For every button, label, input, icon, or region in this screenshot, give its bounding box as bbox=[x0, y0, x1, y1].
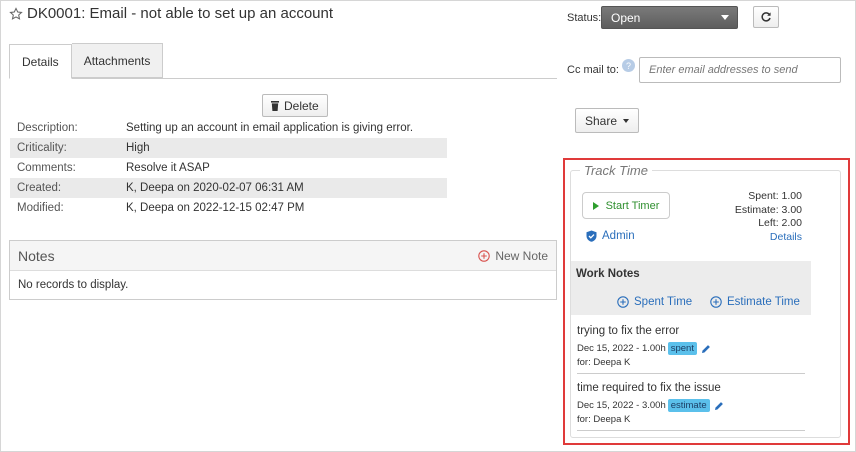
detail-value: K, Deepa on 2022-12-15 02:47 PM bbox=[126, 202, 305, 214]
detail-label: Created: bbox=[17, 182, 62, 194]
details-table: Description: Setting up an account in em… bbox=[10, 118, 447, 218]
plus-circle-icon bbox=[710, 296, 722, 308]
detail-row-description: Description: Setting up an account in em… bbox=[10, 118, 447, 138]
detail-row-comments: Comments: Resolve it ASAP bbox=[10, 158, 447, 178]
work-note-meta: Dec 15, 2022 - 1.00h spent bbox=[577, 342, 804, 355]
estimate-time-label: Estimate Time bbox=[727, 296, 800, 308]
page-title: DK0001: Email - not able to set up an ac… bbox=[27, 5, 334, 22]
notes-header: Notes New Note bbox=[10, 241, 556, 271]
work-notes-title: Work Notes bbox=[576, 268, 640, 280]
user-admin: Admin bbox=[586, 230, 635, 242]
cc-label-group: Cc mail to: ? bbox=[567, 59, 635, 76]
spent-time-label: Spent Time bbox=[634, 296, 693, 308]
work-note-for: for: Deepa K bbox=[577, 414, 631, 425]
notes-panel: Notes New Note No records to display. bbox=[9, 240, 557, 300]
tab-bar: Details Attachments bbox=[9, 43, 557, 79]
detail-value: Resolve it ASAP bbox=[126, 162, 210, 174]
time-summary: Spent: 1.00 Estimate: 3.00 Left: 2.00 De… bbox=[735, 190, 802, 244]
divider bbox=[577, 430, 805, 431]
tab-details[interactable]: Details bbox=[9, 44, 72, 79]
delete-button-label: Delete bbox=[284, 98, 319, 113]
divider bbox=[577, 373, 805, 374]
work-notes-section: Work Notes Spent Time Estimate Time bbox=[571, 261, 811, 315]
status-value: Open bbox=[611, 10, 641, 25]
plus-circle-icon bbox=[617, 296, 629, 308]
detail-row-created: Created: K, Deepa on 2020-02-07 06:31 AM bbox=[10, 178, 447, 198]
share-label: Share bbox=[585, 113, 618, 128]
work-note-entry: time required to fix the issue Dec 15, 2… bbox=[577, 382, 805, 431]
work-note-title: trying to fix the error bbox=[577, 325, 680, 337]
start-timer-label: Start Timer bbox=[605, 199, 660, 212]
detail-value: High bbox=[126, 142, 150, 154]
estimate-value: Estimate: 3.00 bbox=[734, 203, 802, 216]
share-button[interactable]: Share bbox=[575, 108, 640, 133]
notes-empty-text: No records to display. bbox=[18, 279, 129, 291]
work-note-tag: spent bbox=[667, 342, 697, 355]
trash-icon bbox=[271, 100, 279, 111]
chevron-down-icon bbox=[721, 15, 729, 20]
ticket-header: DK0001: Email - not able to set up an ac… bbox=[9, 5, 333, 22]
track-time-legend: Track Time bbox=[580, 163, 652, 178]
detail-label: Criticality: bbox=[17, 142, 67, 154]
detail-label: Description: bbox=[17, 122, 78, 134]
detail-label: Comments: bbox=[17, 162, 76, 174]
shield-check-icon bbox=[586, 230, 597, 242]
caret-down-icon bbox=[623, 118, 630, 123]
star-icon[interactable] bbox=[9, 6, 23, 21]
play-icon bbox=[592, 201, 599, 210]
work-note-meta: Dec 15, 2022 - 3.00h estimate bbox=[577, 399, 804, 412]
work-note-for: for: Deepa K bbox=[577, 357, 631, 368]
new-note-button[interactable]: New Note bbox=[478, 249, 548, 263]
start-timer-button[interactable]: Start Timer bbox=[582, 192, 670, 219]
spent-value: Spent: 1.00 bbox=[748, 190, 802, 202]
notes-title: Notes bbox=[18, 247, 55, 264]
new-note-label: New Note bbox=[495, 248, 548, 263]
left-value: Left: 2.00 bbox=[758, 217, 802, 229]
delete-button[interactable]: Delete bbox=[262, 94, 328, 117]
status-label: Status: bbox=[567, 12, 602, 24]
detail-row-modified: Modified: K, Deepa on 2022-12-15 02:47 P… bbox=[10, 198, 447, 218]
status-select[interactable]: Open bbox=[601, 6, 738, 29]
tab-attachments[interactable]: Attachments bbox=[71, 43, 164, 78]
detail-value: Setting up an account in email applicati… bbox=[126, 122, 414, 134]
work-note-date: Dec 15, 2022 - 1.00h bbox=[577, 343, 666, 354]
add-spent-time-button[interactable]: Spent Time bbox=[617, 296, 692, 308]
pencil-icon[interactable] bbox=[701, 344, 711, 354]
detail-label: Modified: bbox=[17, 202, 64, 214]
pencil-icon[interactable] bbox=[714, 401, 724, 411]
work-note-date: Dec 15, 2022 - 3.00h bbox=[577, 400, 666, 411]
plus-circle-icon bbox=[478, 249, 491, 262]
help-icon[interactable]: ? bbox=[621, 59, 635, 72]
work-note-entry: trying to fix the error Dec 15, 2022 - 1… bbox=[577, 325, 805, 374]
work-note-tag: estimate bbox=[667, 399, 710, 412]
cc-email-input[interactable] bbox=[639, 57, 841, 83]
user-name: Admin bbox=[602, 230, 635, 242]
refresh-button[interactable] bbox=[753, 6, 779, 28]
cc-label: Cc mail to: bbox=[567, 63, 619, 76]
add-estimate-time-button[interactable]: Estimate Time bbox=[710, 296, 800, 308]
detail-value: K, Deepa on 2020-02-07 06:31 AM bbox=[126, 182, 304, 194]
detail-row-criticality: Criticality: High bbox=[10, 138, 447, 158]
work-note-title: time required to fix the issue bbox=[577, 382, 721, 394]
details-link[interactable]: Details bbox=[735, 231, 802, 245]
refresh-icon bbox=[761, 12, 771, 22]
